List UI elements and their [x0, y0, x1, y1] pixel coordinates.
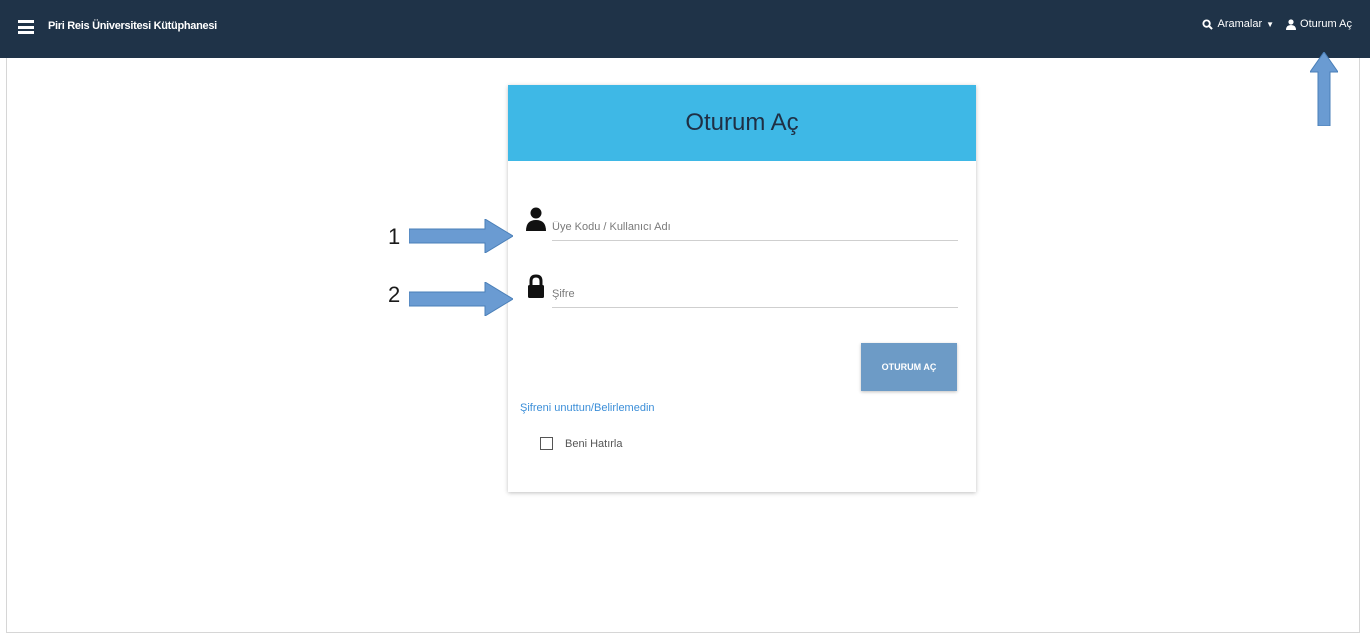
forgot-password-link[interactable]: Şifreni unuttun/Belirlemedin [520, 402, 655, 414]
caret-down-icon: ▼ [1266, 19, 1275, 29]
top-navbar: Piri Reis Üniversitesi Kütüphanesi Arama… [0, 0, 1370, 58]
hamburger-menu-icon[interactable] [18, 20, 34, 34]
remember-me-checkbox[interactable] [540, 437, 553, 450]
login-link[interactable]: Oturum Aç [1286, 18, 1352, 30]
remember-me-label: Beni Hatırla [565, 437, 623, 450]
login-link-label: Oturum Aç [1300, 18, 1352, 30]
remember-me: Beni Hatırla [540, 437, 622, 450]
annotation-arrow-up [1310, 52, 1338, 126]
user-icon [1286, 18, 1297, 30]
search-dropdown-label: Aramalar [1217, 18, 1263, 30]
annotation-number-1: 1 [388, 224, 401, 249]
annotation-arrow-1 [409, 219, 513, 253]
login-button[interactable]: OTURUM AÇ [861, 343, 957, 391]
password-input[interactable] [552, 280, 958, 308]
login-card: Oturum Aç OTURUM AÇ Şifreni unuttun/Beli… [508, 85, 976, 492]
username-input[interactable] [552, 213, 958, 241]
search-icon [1202, 18, 1214, 30]
annotation-arrow-2 [409, 282, 513, 316]
lock-icon [528, 274, 544, 298]
password-field [526, 274, 958, 314]
site-title[interactable]: Piri Reis Üniversitesi Kütüphanesi [48, 20, 217, 32]
annotation-number-2: 2 [388, 282, 401, 307]
username-field [526, 207, 958, 247]
login-card-header: Oturum Aç [508, 85, 976, 161]
navbar-right: Aramalar ▼ Oturum Aç [1202, 18, 1352, 30]
login-card-title: Oturum Aç [685, 109, 799, 136]
user-icon [526, 207, 546, 231]
search-dropdown[interactable]: Aramalar ▼ [1202, 18, 1274, 30]
